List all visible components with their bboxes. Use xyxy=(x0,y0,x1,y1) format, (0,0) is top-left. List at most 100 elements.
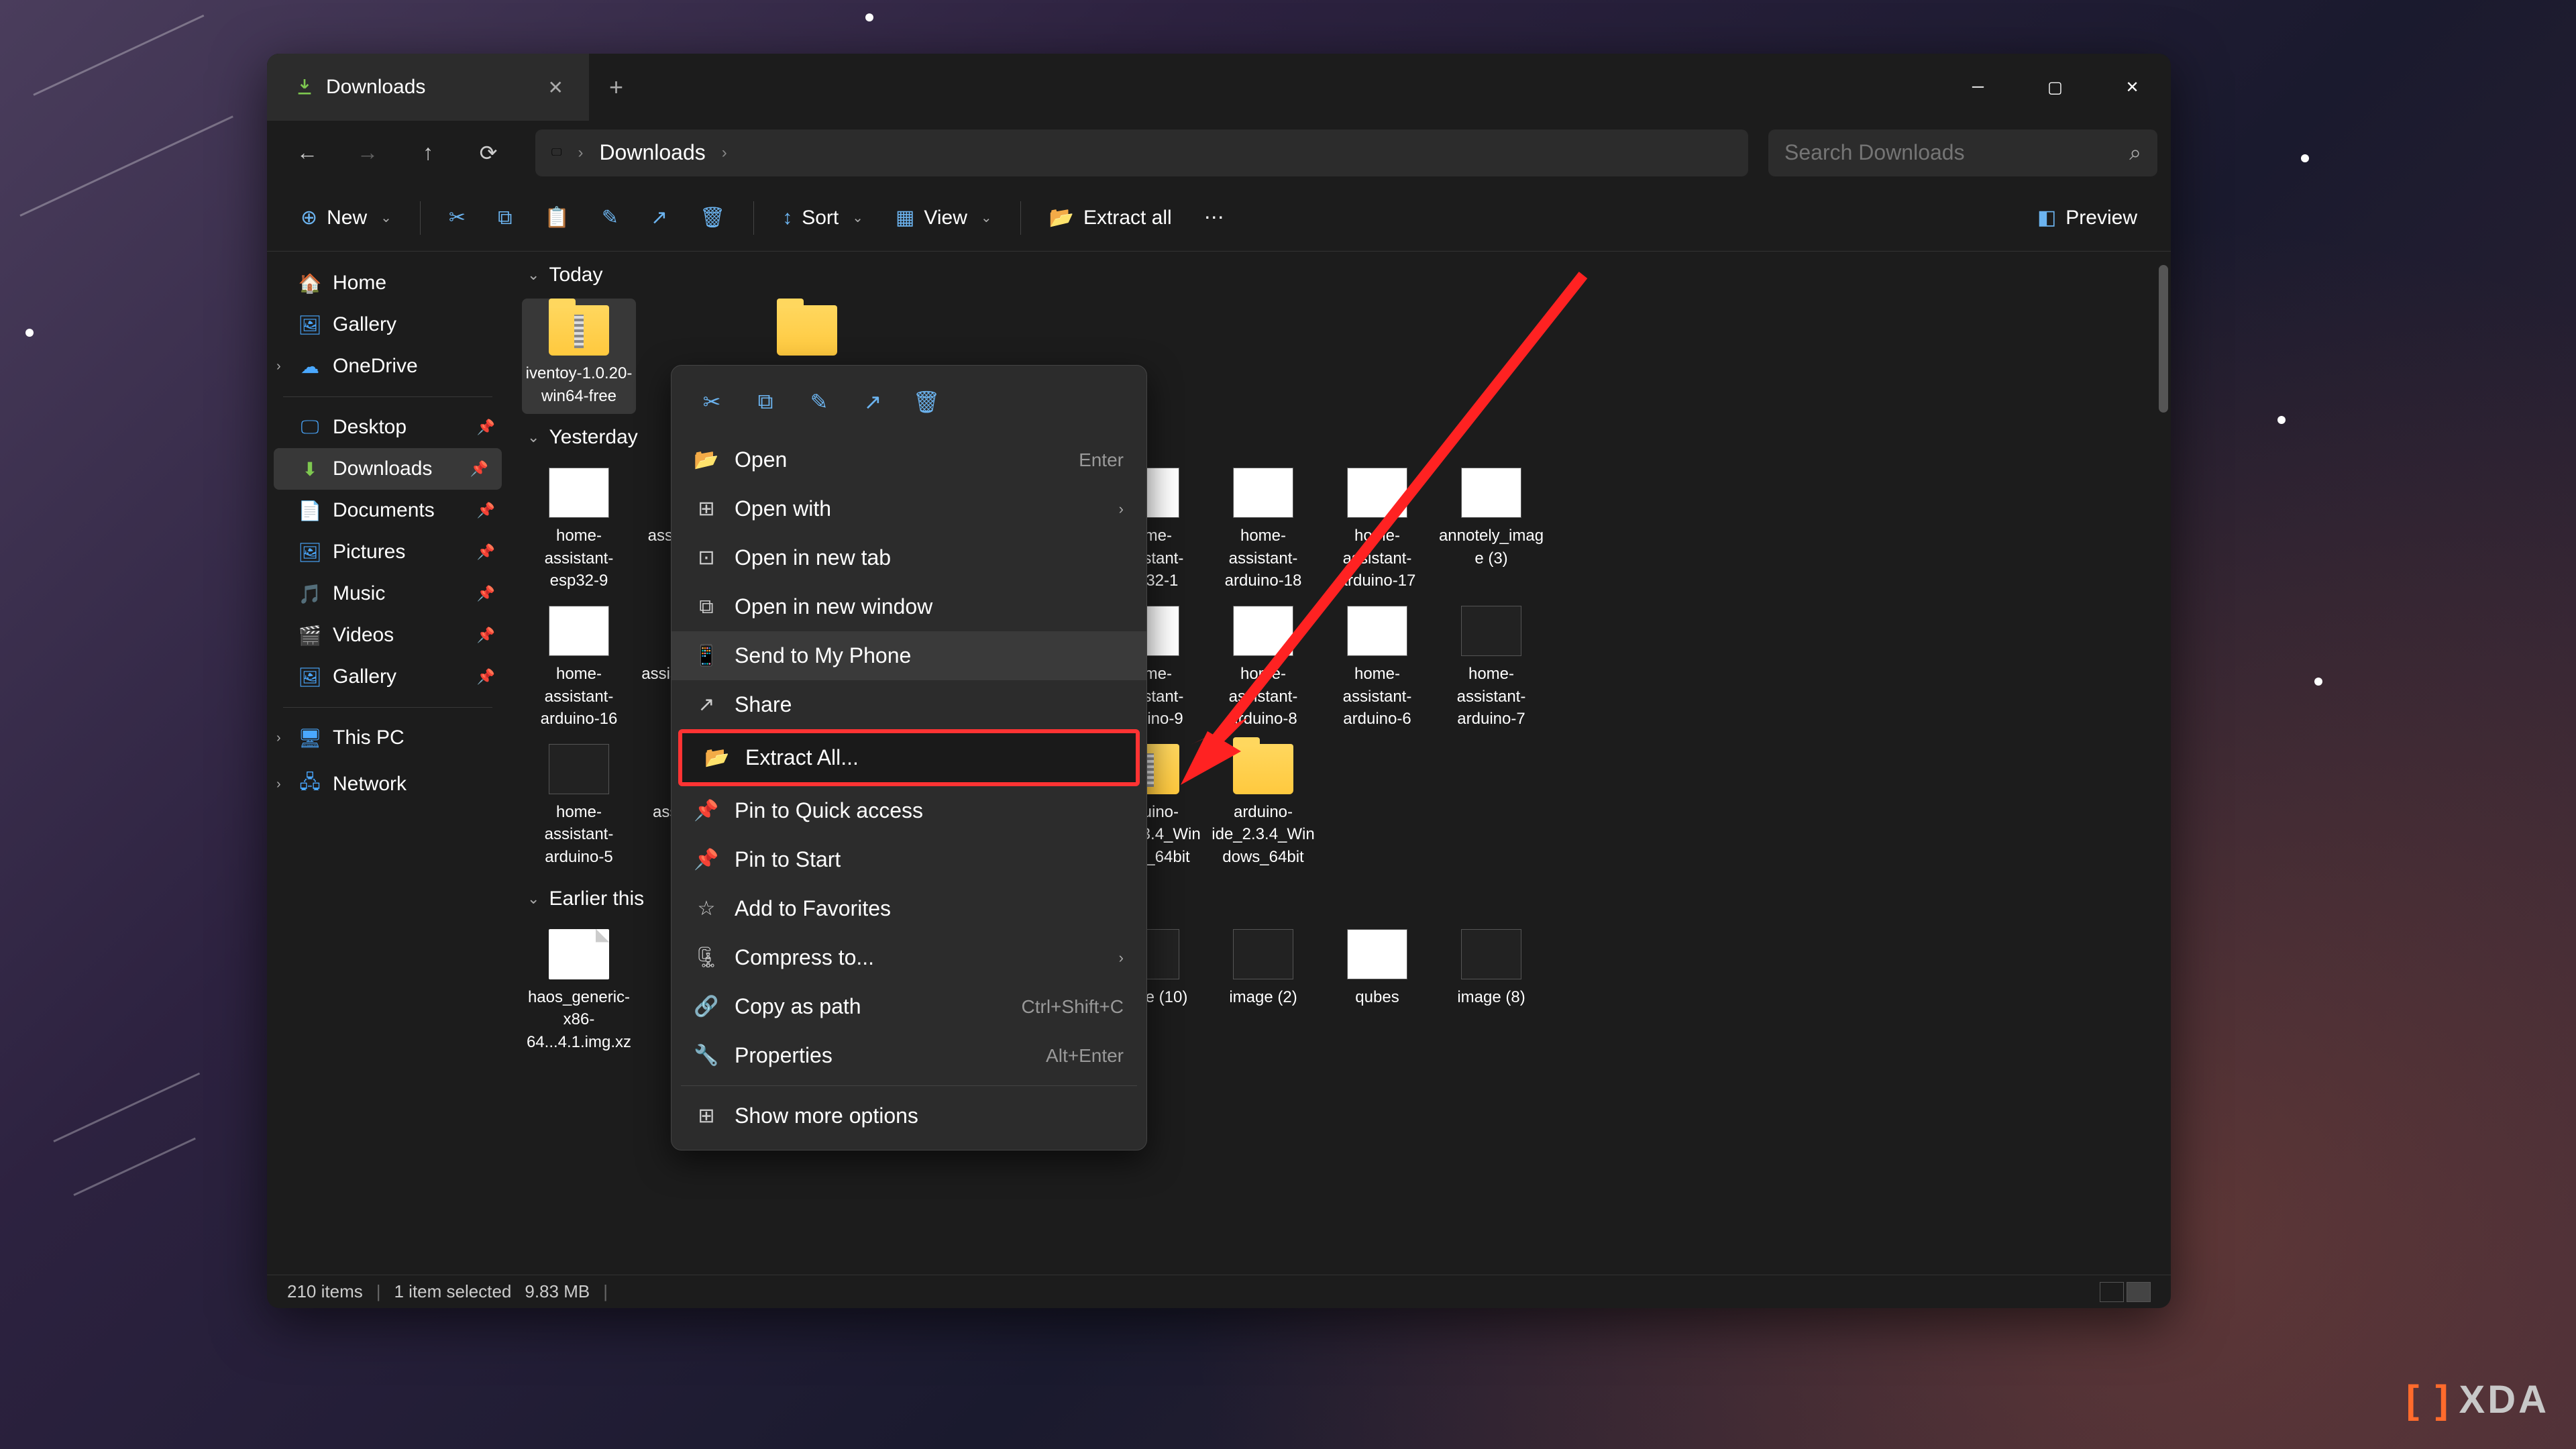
pin-icon[interactable]: 📌 xyxy=(477,543,495,561)
ctx-send-phone[interactable]: 📱 Send to My Phone xyxy=(672,631,1146,680)
share-button[interactable]: ↗ xyxy=(637,197,681,239)
ctx-properties[interactable]: 🔧 Properties Alt+Enter xyxy=(672,1031,1146,1080)
up-button[interactable]: ↑ xyxy=(401,126,455,180)
chevron-down-icon: ⌄ xyxy=(527,266,539,284)
file-item[interactable]: arduino-ide_2.3.4_Windows_64bit xyxy=(1206,737,1320,875)
chevron-right-icon[interactable]: › xyxy=(276,731,281,746)
group-today[interactable]: ⌄ Today xyxy=(522,252,2157,299)
ctx-cut-button[interactable]: ✂ xyxy=(692,382,732,422)
file-label: arduino-ide_2.3.4_Windows_64bit xyxy=(1210,801,1317,869)
document-icon: 📄 xyxy=(299,500,321,522)
ctx-rename-button[interactable]: ✎ xyxy=(799,382,839,422)
sidebar-network[interactable]: ›🖧Network xyxy=(267,759,508,810)
ctx-new-tab[interactable]: ⊡ Open in new tab xyxy=(672,533,1146,582)
file-item[interactable]: home-assistant-arduino-8 xyxy=(1206,599,1320,737)
ctx-extract-all[interactable]: 📂 Extract All... xyxy=(678,729,1140,786)
ctx-copy-button[interactable]: ⧉ xyxy=(745,382,786,422)
maximize-button[interactable]: ▢ xyxy=(2017,64,2094,111)
file-thumbnail xyxy=(1233,606,1293,656)
ctx-compress[interactable]: 🗜 Compress to... › xyxy=(672,933,1146,982)
breadcrumb-downloads[interactable]: Downloads xyxy=(599,140,705,165)
pin-icon[interactable]: 📌 xyxy=(470,460,488,478)
ctx-share-button[interactable]: ↗ xyxy=(853,382,893,422)
sidebar-onedrive[interactable]: ›☁OneDrive xyxy=(267,345,508,387)
titlebar: Downloads ✕ + ─ ▢ ✕ xyxy=(267,54,2171,121)
ctx-favorites[interactable]: ☆ Add to Favorites xyxy=(672,884,1146,933)
file-explorer-window: Downloads ✕ + ─ ▢ ✕ ← → ↑ ⟳ 🖵 › Download… xyxy=(267,54,2171,1308)
view-button[interactable]: ▦ View ⌄ xyxy=(882,197,1006,239)
rename-button[interactable]: ✎ xyxy=(588,197,632,239)
preview-button[interactable]: ◧ Preview xyxy=(2024,197,2151,239)
file-item[interactable]: image (8) xyxy=(1434,922,1548,1061)
file-item[interactable]: home-assistant-arduino-16 xyxy=(522,599,636,737)
sidebar-videos[interactable]: 🎬Videos📌 xyxy=(267,614,508,656)
ctx-open-with[interactable]: ⊞ Open with › xyxy=(672,484,1146,533)
pin-icon[interactable]: 📌 xyxy=(477,502,495,519)
file-item[interactable]: home-assistant-arduino-18 xyxy=(1206,461,1320,599)
scrollbar[interactable] xyxy=(2159,265,2168,413)
pin-icon[interactable]: 📌 xyxy=(477,419,495,436)
ctx-share[interactable]: ↗ Share xyxy=(672,680,1146,729)
share-icon: ↗ xyxy=(651,206,667,229)
file-item[interactable]: home-assistant-arduino-5 xyxy=(522,737,636,875)
rename-icon: ✎ xyxy=(810,389,828,415)
sidebar-home[interactable]: 🏠Home xyxy=(267,262,508,304)
sidebar-pictures[interactable]: 🖼Pictures📌 xyxy=(267,531,508,573)
address-bar[interactable]: 🖵 › Downloads › xyxy=(535,129,1748,176)
file-item[interactable]: image (2) xyxy=(1206,922,1320,1061)
new-button[interactable]: ⊕ New ⌄ xyxy=(287,197,405,239)
share-icon: ↗ xyxy=(864,389,882,415)
ctx-pin-start[interactable]: 📌 Pin to Start xyxy=(672,835,1146,884)
cloud-icon: ☁ xyxy=(299,356,321,378)
icons-view-toggle[interactable] xyxy=(2127,1282,2151,1302)
sidebar-gallery[interactable]: 🖼Gallery xyxy=(267,304,508,345)
pin-icon[interactable]: 📌 xyxy=(477,585,495,602)
sidebar-thispc[interactable]: ›🖥This PC xyxy=(267,717,508,759)
ctx-open[interactable]: 📂 Open Enter xyxy=(672,435,1146,484)
extract-all-button[interactable]: 📂 Extract all xyxy=(1036,197,1185,239)
sidebar-desktop[interactable]: 🖵Desktop📌 xyxy=(267,407,508,448)
file-item[interactable]: home-assistant-arduino-7 xyxy=(1434,599,1548,737)
ctx-show-more[interactable]: ⊞ Show more options xyxy=(672,1091,1146,1140)
tab-downloads[interactable]: Downloads ✕ xyxy=(267,54,589,121)
search-input[interactable] xyxy=(1784,140,2129,165)
ctx-copy-path[interactable]: 🔗 Copy as path Ctrl+Shift+C xyxy=(672,982,1146,1031)
paste-button[interactable]: 📋 xyxy=(531,197,582,239)
close-tab-icon[interactable]: ✕ xyxy=(543,71,569,104)
file-item[interactable]: iventoy-1.0.20-win64-free xyxy=(522,299,636,414)
sidebar-downloads[interactable]: ⬇Downloads📌 xyxy=(274,448,502,490)
sidebar-gallery2[interactable]: 🖼Gallery📌 xyxy=(267,656,508,698)
sidebar-documents[interactable]: 📄Documents📌 xyxy=(267,490,508,531)
pin-icon[interactable]: 📌 xyxy=(477,627,495,644)
refresh-button[interactable]: ⟳ xyxy=(462,126,515,180)
forward-button[interactable]: → xyxy=(341,126,394,180)
file-item[interactable]: home-assistant-arduino-17 xyxy=(1320,461,1434,599)
file-item[interactable]: haos_generic-x86-64...4.1.img.xz xyxy=(522,922,636,1061)
file-thumbnail xyxy=(777,305,837,356)
ctx-delete-button[interactable]: 🗑 xyxy=(906,382,947,422)
chevron-right-icon[interactable]: › xyxy=(276,777,281,792)
pin-icon[interactable]: 📌 xyxy=(477,668,495,686)
ctx-new-window[interactable]: ⧉ Open in new window xyxy=(672,582,1146,631)
file-item[interactable]: annotely_image (3) xyxy=(1434,461,1548,599)
file-item[interactable]: home-assistant-arduino-6 xyxy=(1320,599,1434,737)
minimize-button[interactable]: ─ xyxy=(1939,64,2017,111)
delete-button[interactable]: 🗑 xyxy=(686,197,739,239)
close-button[interactable]: ✕ xyxy=(2094,64,2171,111)
file-item[interactable]: home-assistant-esp32-9 xyxy=(522,461,636,599)
chevron-right-icon: › xyxy=(1119,500,1124,518)
file-item[interactable]: qubes xyxy=(1320,922,1434,1061)
new-tab-button[interactable]: + xyxy=(589,73,643,101)
copy-button[interactable]: ⧉ xyxy=(484,197,525,239)
sort-button[interactable]: ↕ Sort ⌄ xyxy=(769,197,877,239)
chevron-right-icon[interactable]: › xyxy=(276,359,281,374)
sidebar-music[interactable]: 🎵Music📌 xyxy=(267,573,508,614)
cut-button[interactable]: ✂ xyxy=(435,197,479,239)
details-view-toggle[interactable] xyxy=(2100,1282,2124,1302)
more-button[interactable]: ⋯ xyxy=(1191,197,1238,239)
ctx-pin-quick[interactable]: 📌 Pin to Quick access xyxy=(672,786,1146,835)
search-icon[interactable]: ⌕ xyxy=(2129,140,2141,166)
search-box[interactable]: ⌕ xyxy=(1768,129,2157,176)
back-button[interactable]: ← xyxy=(280,126,334,180)
chevron-down-icon: ⌄ xyxy=(527,429,539,446)
